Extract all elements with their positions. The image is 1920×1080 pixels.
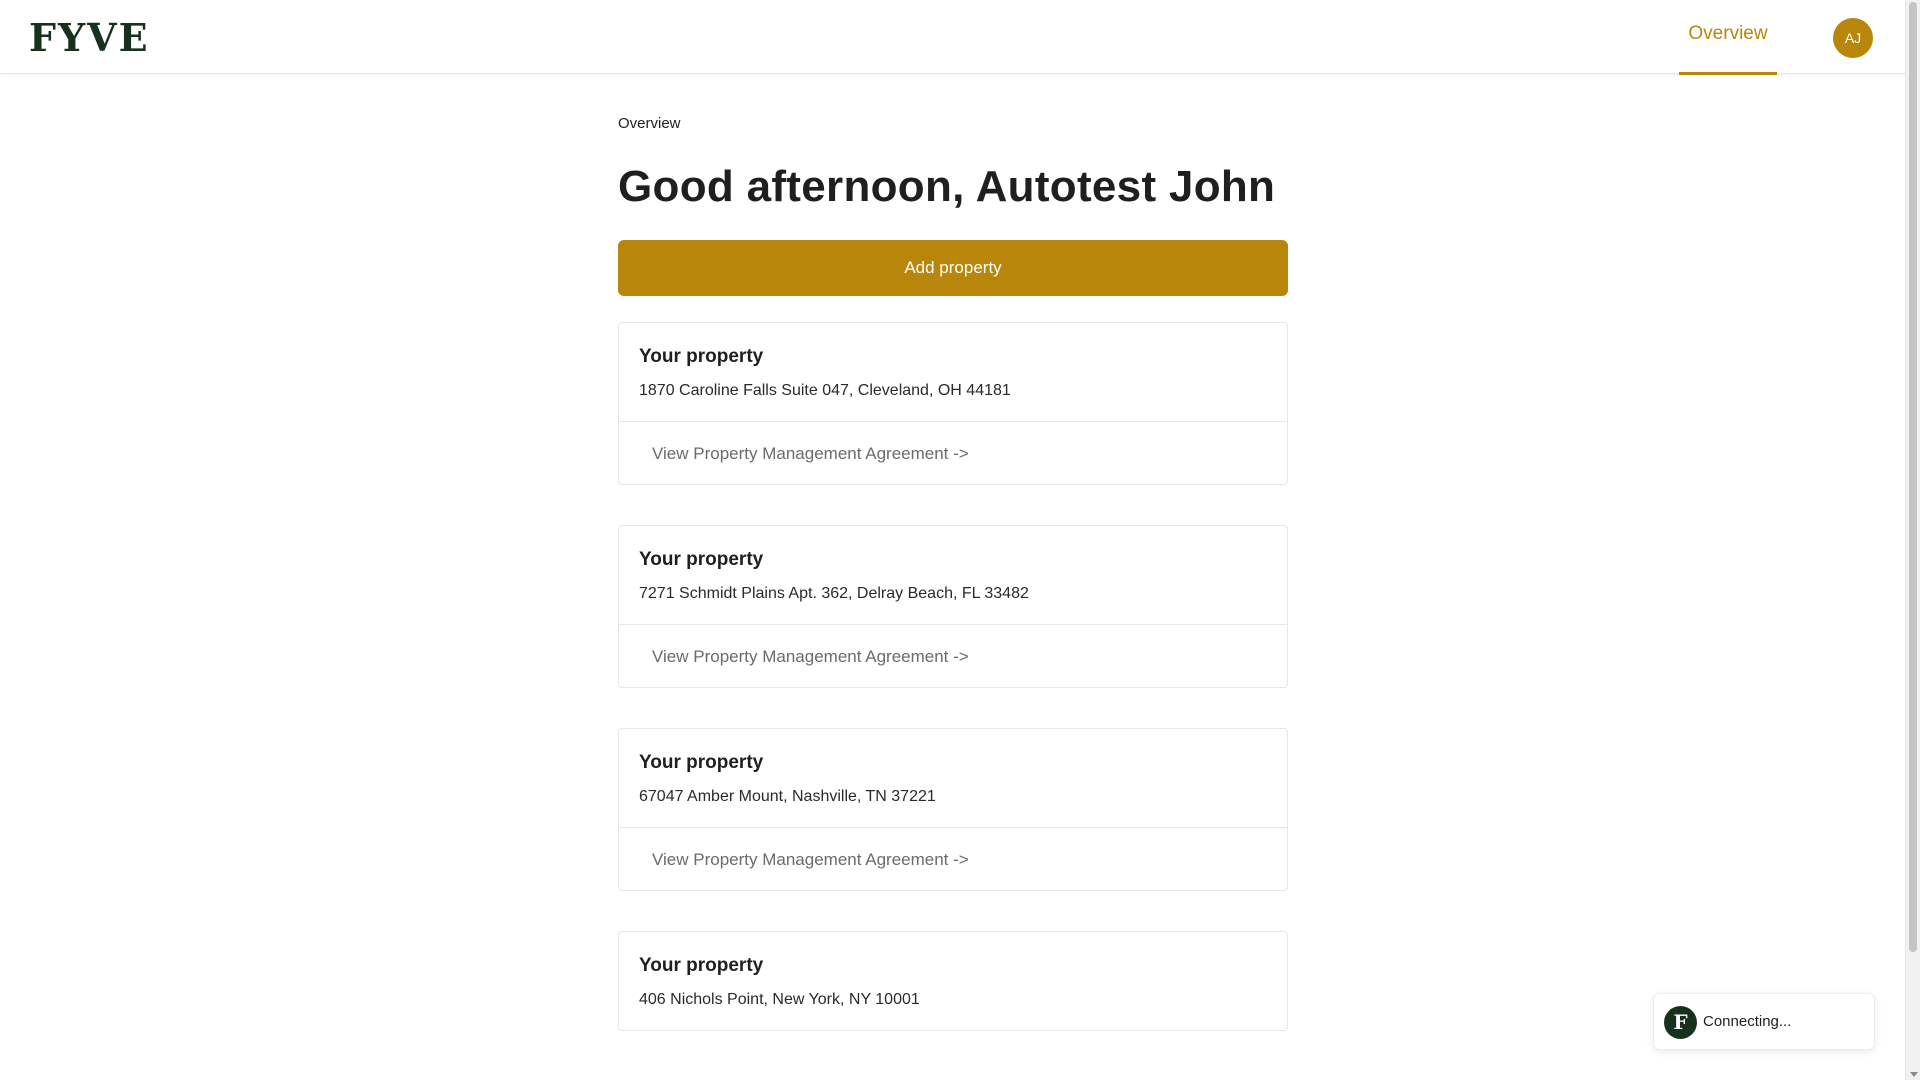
property-address: 7271 Schmidt Plains Apt. 362, Delray Bea… [639,585,1029,602]
view-agreement-link[interactable]: View Property Management Agreement -> [619,827,1287,890]
page: FYVE Overview AJ Overview Good afternoon… [0,0,1920,1080]
property-card-title: Your property [639,955,764,976]
tab-overview[interactable]: Overview [1679,0,1777,75]
fyve-logo[interactable]: FYVE [29,18,150,58]
property-card-title: Your property [639,346,764,367]
status-text: Connecting... [1703,1013,1792,1030]
property-address: 67047 Amber Mount, Nashville, TN 37221 [639,788,936,805]
page-scrollbar[interactable] [1905,0,1920,1080]
property-address: 1870 Caroline Falls Suite 047, Cleveland… [639,382,1011,399]
property-address: 406 Nichols Point, New York, NY 10001 [639,991,920,1008]
fyve-logo-icon: F [1664,1006,1697,1039]
property-card-header: Your property 1870 Caroline Falls Suite … [619,323,1287,421]
breadcrumb: Overview [618,115,681,132]
add-property-button[interactable]: Add property [618,240,1288,296]
property-card-title: Your property [639,549,764,570]
main-content: Overview Good afternoon, Autotest John A… [618,74,1288,1031]
top-nav-bar: FYVE Overview AJ [0,0,1905,75]
scroll-down-arrow-icon[interactable] [1910,1072,1918,1077]
property-card-header: Your property 406 Nichols Point, New Yor… [619,932,1287,1030]
property-card-header: Your property 67047 Amber Mount, Nashvil… [619,729,1287,827]
user-avatar[interactable]: AJ [1833,18,1873,58]
property-card-title: Your property [639,752,764,773]
connecting-status-toast[interactable]: F Connecting... [1653,993,1875,1050]
view-agreement-link[interactable]: View Property Management Agreement -> [619,421,1287,484]
page-title: Good afternoon, Autotest John [618,162,1276,211]
property-card: Your property 406 Nichols Point, New Yor… [618,931,1288,1031]
scrollbar-thumb[interactable] [1909,2,1917,952]
property-card: Your property 67047 Amber Mount, Nashvil… [618,728,1288,891]
property-card-header: Your property 7271 Schmidt Plains Apt. 3… [619,526,1287,624]
property-card: Your property 7271 Schmidt Plains Apt. 3… [618,525,1288,688]
property-card: Your property 1870 Caroline Falls Suite … [618,322,1288,485]
view-agreement-link[interactable]: View Property Management Agreement -> [619,624,1287,687]
